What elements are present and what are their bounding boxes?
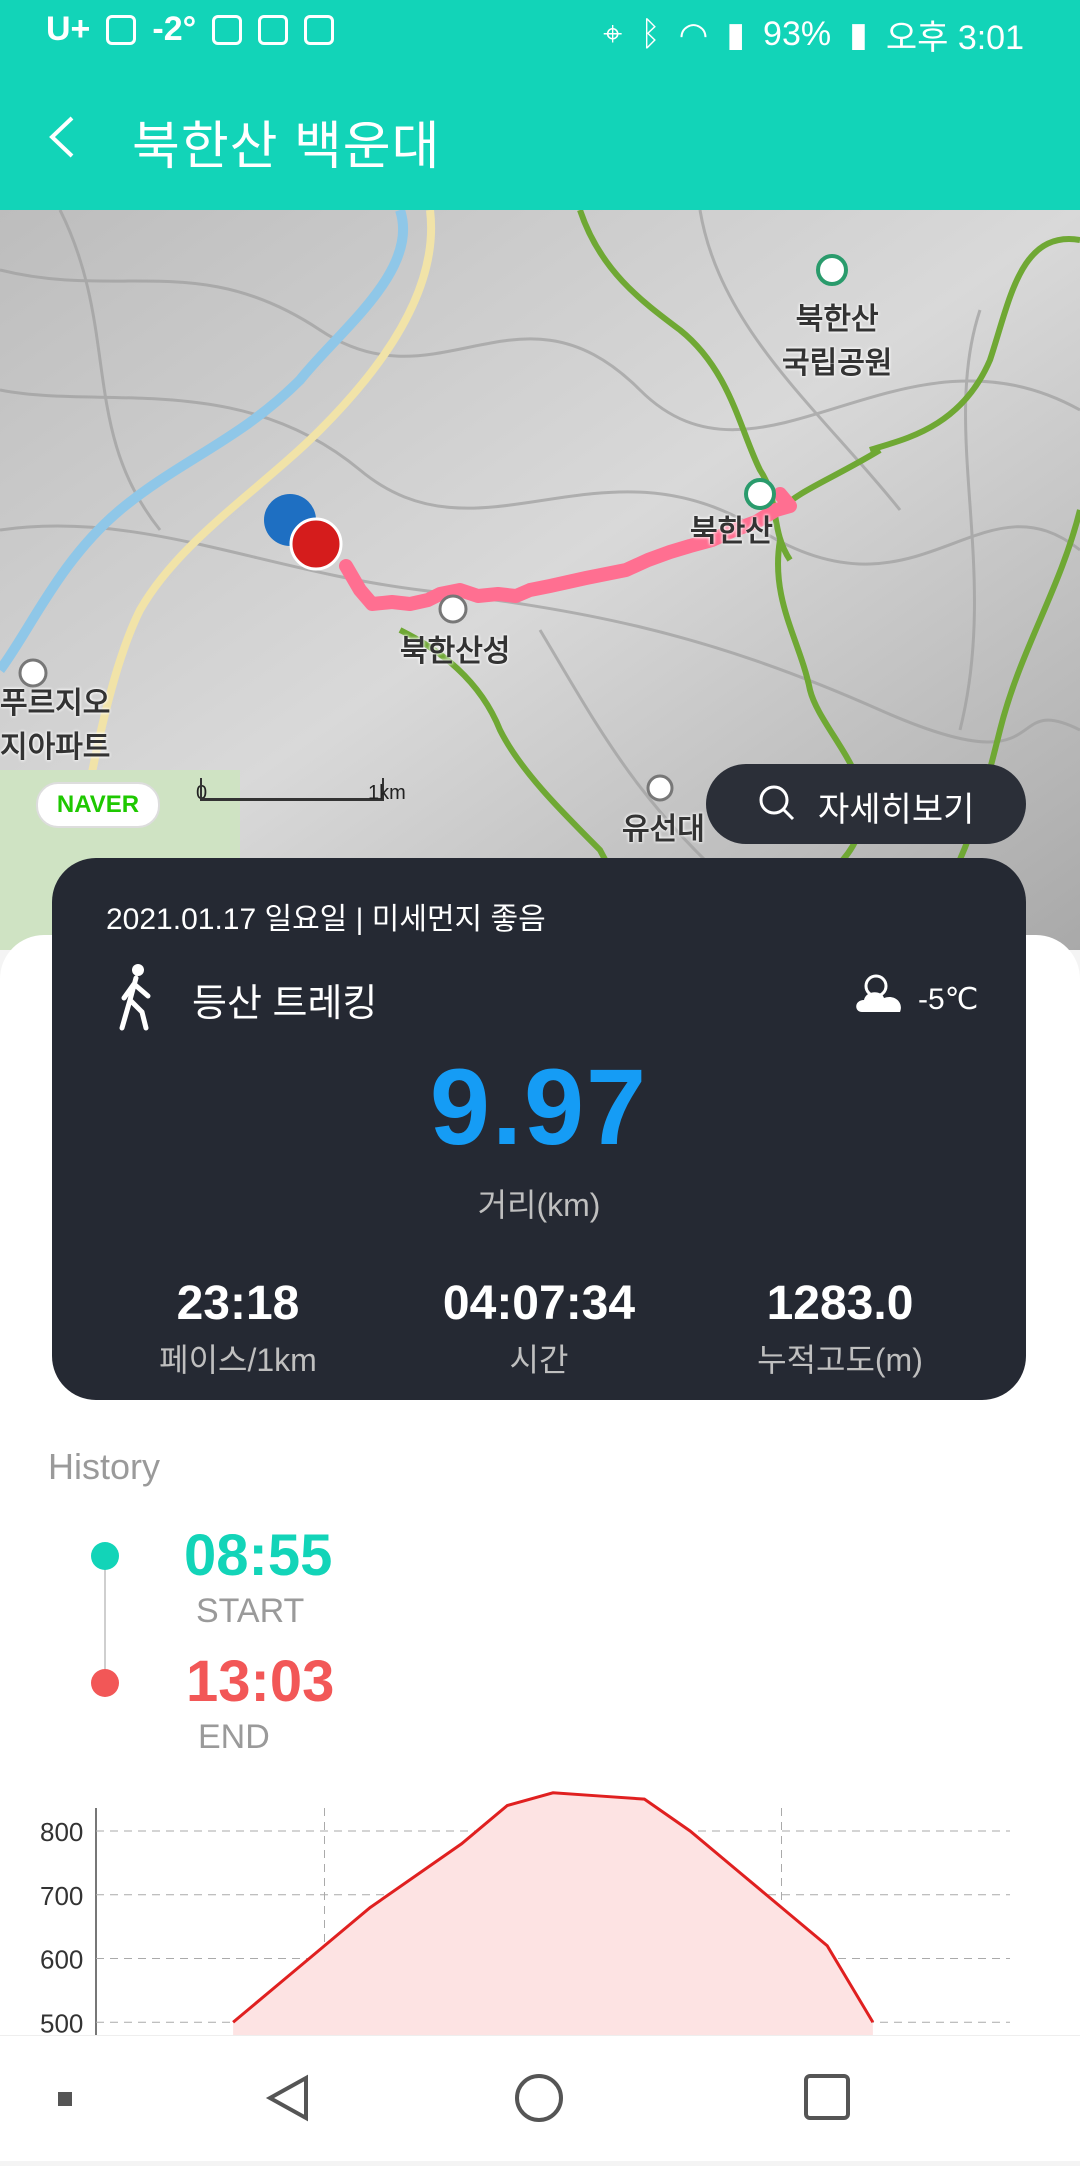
summary-card: 2021.01.17 일요일 | 미세먼지 좋음 등산 트레킹 -5℃ 9.97… [52, 858, 1026, 1400]
map-scale-bar [200, 778, 384, 801]
weather-temp: -2° [152, 10, 197, 48]
distance-value: 9.97 [429, 1046, 649, 1167]
elevation-chart-svg: 800 700 600 500 [40, 1791, 1010, 2035]
label-fortress: 북한산성 [400, 635, 511, 668]
clock: 오후 3:01 [885, 19, 1024, 57]
pace-label: 페이스/1km [159, 1342, 317, 1378]
view-details-label: 자세히보기 [818, 791, 975, 829]
carrier-label: U+ [46, 10, 91, 48]
stat-pace: 23:18 페이스/1km [88, 1276, 388, 1381]
label-apartment: 푸르지오 지아파트 [0, 687, 111, 764]
start-time: 08:55 [184, 1523, 333, 1588]
home-circle-icon[interactable] [515, 2074, 563, 2122]
elevation-label: 누적고도(m) [757, 1342, 923, 1378]
history-heading: History [48, 1446, 161, 1487]
naver-logo: NAVER [36, 782, 160, 828]
weather-temperature: -5℃ [918, 983, 979, 1016]
stat-elevation: 1283.0 누적고도(m) [690, 1276, 990, 1381]
time-value: 04:07:34 [442, 1277, 636, 1330]
start-label: START [196, 1592, 305, 1630]
y-tick-label: 500 [40, 2008, 83, 2035]
stat-time: 04:07:34 시간 [389, 1276, 689, 1381]
label-park: 북한산 국립공원 [782, 303, 893, 380]
hiking-icon [119, 964, 151, 1031]
label-yuseondae: 유선대 [622, 813, 705, 846]
timeline-line [104, 1556, 106, 1684]
system-nav-bar [0, 2035, 1080, 2161]
square-small-icon[interactable] [58, 2092, 72, 2106]
page-title: 북한산 백운대 [132, 118, 441, 176]
chevron-left-icon[interactable] [40, 112, 90, 162]
end-dot [91, 1669, 119, 1697]
y-tick-label: 600 [40, 1945, 83, 1975]
battery-icon: ▮ [849, 15, 868, 54]
wifi-icon: ◠ [678, 15, 709, 54]
elevation-chart: 800 700 600 500 [0, 1780, 1080, 2035]
talk-icon [304, 14, 335, 45]
recents-square-icon[interactable] [804, 2074, 850, 2120]
battery-percent: 93% [763, 15, 832, 53]
pace-value: 23:18 [176, 1277, 300, 1330]
search-icon [759, 785, 795, 821]
start-dot [91, 1542, 119, 1570]
bluetooth-icon: ᛒ [640, 15, 661, 53]
time-label: 시간 [509, 1342, 569, 1378]
elevation-area [233, 1792, 873, 2035]
park-marker [816, 254, 848, 286]
end-label: END [198, 1718, 270, 1756]
route-map[interactable]: 북한산 국립공원 북한산 북한산성 유선대 푸르지오 지아파트 NAVER 0 … [0, 210, 1080, 950]
calendar-icon [258, 14, 289, 45]
date-air-quality: 2021.01.17 일요일 | 미세먼지 좋음 [106, 903, 546, 936]
view-details-button[interactable]: 자세히보기 [706, 764, 1026, 844]
app-bar: 북한산 백운대 [0, 66, 1080, 210]
label-peak: 북한산 [690, 515, 773, 548]
end-marker [289, 517, 343, 571]
elevation-value: 1283.0 [766, 1277, 914, 1330]
status-right: ⌖ ᛒ ◠ ▮ 93% ▮ 오후 3:01 [603, 10, 1024, 59]
distance-label: 거리(km) [477, 1187, 601, 1223]
end-time: 13:03 [186, 1649, 335, 1714]
y-tick-label: 800 [40, 1817, 83, 1847]
signal-icon: ▮ [726, 15, 746, 54]
gallery-icon [212, 14, 243, 45]
activity-type: 등산 트레킹 [192, 983, 378, 1025]
fortress-marker [438, 594, 468, 624]
message-icon [106, 14, 137, 45]
status-bar: U+ -2° ⌖ ᛒ ◠ ▮ 93% ▮ 오후 3:01 [0, 0, 1080, 66]
yuseondae-marker [646, 774, 674, 802]
peak-marker [744, 478, 776, 510]
status-left: U+ -2° [46, 10, 335, 49]
location-icon: ⌖ [603, 15, 623, 53]
partly-cloudy-icon [856, 974, 901, 1012]
y-tick-label: 700 [40, 1881, 83, 1911]
back-triangle-icon[interactable] [265, 2074, 308, 2122]
scale-unit: 1km [368, 782, 406, 804]
